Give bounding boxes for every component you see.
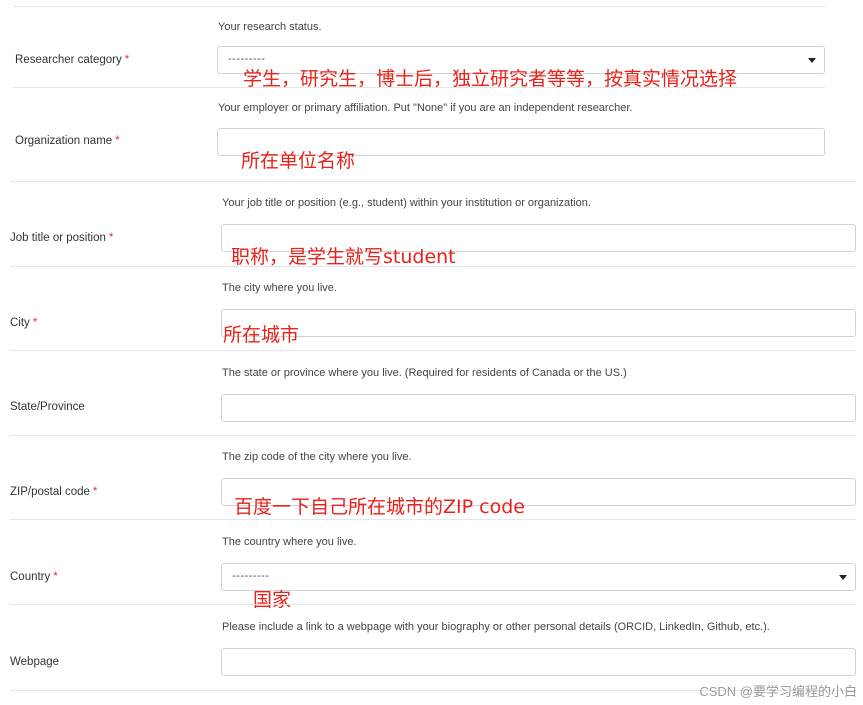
organization-annotation: 所在单位名称 xyxy=(241,150,356,172)
row-divider xyxy=(10,350,856,351)
row-divider xyxy=(10,181,856,182)
state-field[interactable] xyxy=(221,394,856,422)
city-field[interactable] xyxy=(221,309,856,337)
row-divider xyxy=(10,604,856,605)
organization-help: Your employer or primary affiliation. Pu… xyxy=(218,102,633,114)
state-input[interactable] xyxy=(222,395,855,421)
state-label: State/Province xyxy=(10,401,85,413)
city-annotation: 所在城市 xyxy=(223,324,300,346)
zip-label: ZIP/postal code * xyxy=(10,486,98,498)
job-title-annotation: 职称，是学生就写student xyxy=(231,246,456,268)
required-asterisk: * xyxy=(124,54,130,66)
zip-annotation: 百度一下自己所在城市的ZIP code xyxy=(234,496,525,518)
state-help: The state or province where you live. (R… xyxy=(222,367,627,379)
zip-help: The zip code of the city where you live. xyxy=(222,451,412,463)
required-asterisk: * xyxy=(115,135,120,147)
chevron-down-icon xyxy=(839,575,847,580)
country-selected-value: --------- xyxy=(232,570,270,582)
city-label: City * xyxy=(10,317,38,329)
row-divider xyxy=(10,266,856,267)
country-select[interactable]: --------- xyxy=(221,563,856,591)
webpage-input[interactable] xyxy=(222,649,855,675)
job-title-label: Job title or position * xyxy=(10,232,114,244)
chevron-down-icon xyxy=(808,58,816,63)
row-divider xyxy=(10,519,856,520)
webpage-help: Please include a link to a webpage with … xyxy=(222,621,770,633)
researcher-category-label: Researcher category * xyxy=(15,54,130,66)
row-divider xyxy=(13,6,825,7)
required-asterisk: * xyxy=(108,232,114,244)
city-input[interactable] xyxy=(222,310,855,336)
city-help: The city where you live. xyxy=(222,282,337,294)
researcher-category-help: Your research status. xyxy=(218,21,322,33)
organization-label: Organization name * xyxy=(15,135,120,147)
country-label: Country * xyxy=(10,571,58,583)
required-asterisk: * xyxy=(53,571,58,583)
required-asterisk: * xyxy=(92,486,98,498)
country-annotation: 国家 xyxy=(253,589,292,611)
csdn-watermark: CSDN @要学习编程的小白 xyxy=(699,684,857,699)
row-divider xyxy=(10,435,856,436)
job-title-help: Your job title or position (e.g., studen… xyxy=(222,197,591,209)
webpage-label: Webpage xyxy=(10,656,60,668)
required-asterisk: * xyxy=(32,317,38,329)
row-divider xyxy=(13,87,825,88)
webpage-field[interactable] xyxy=(221,648,856,676)
country-help: The country where you live. xyxy=(222,536,357,548)
